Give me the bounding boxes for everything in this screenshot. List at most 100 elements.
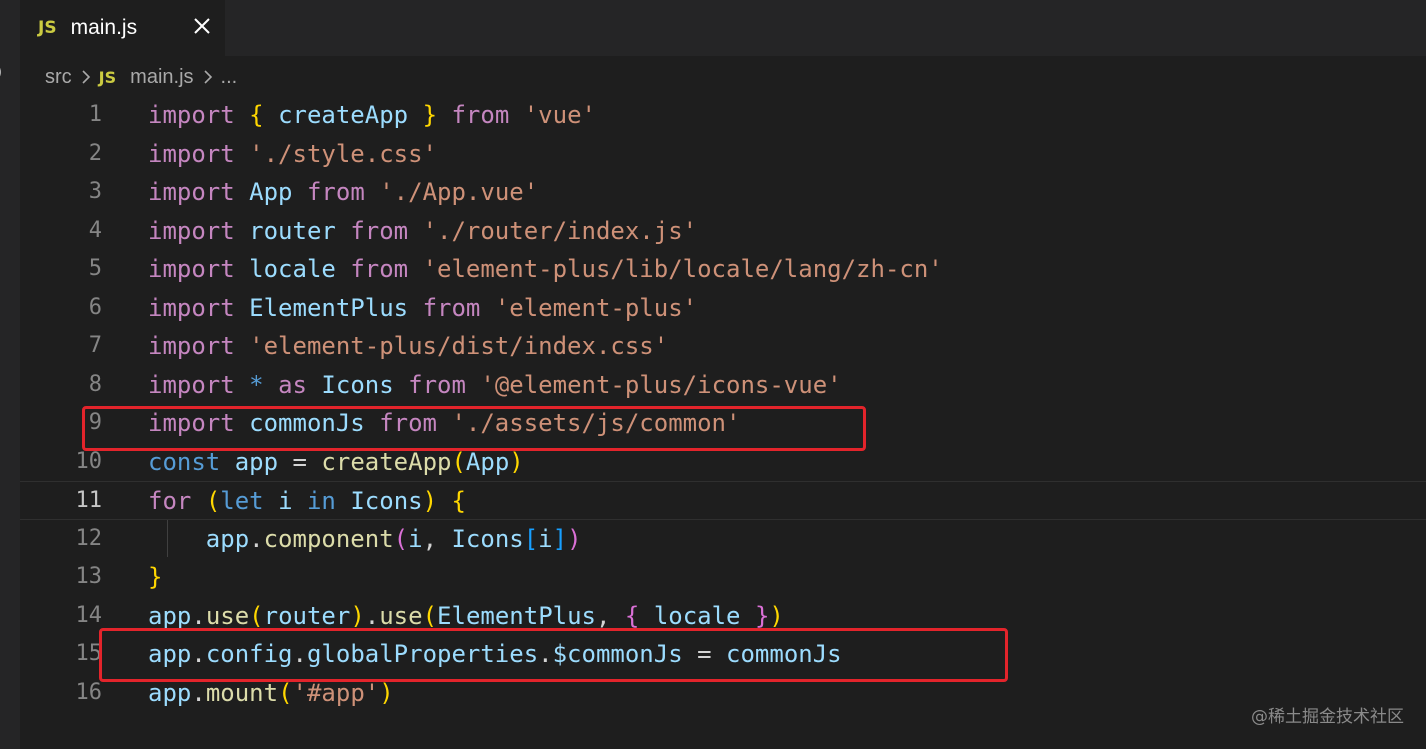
code-token: from xyxy=(451,101,510,129)
code-token: app xyxy=(148,678,192,707)
code-token: app xyxy=(148,601,192,630)
code-token: use xyxy=(205,601,250,630)
chevron-right-icon xyxy=(82,70,90,84)
code-token: './App.vue' xyxy=(379,178,539,206)
javascript-file-icon: JS xyxy=(38,18,57,38)
code-token: { xyxy=(624,601,640,630)
code-line[interactable]: 12 app.component(i, Icons[i]) xyxy=(20,520,1426,559)
code-line[interactable]: 13} xyxy=(20,558,1426,597)
breadcrumb-folder[interactable]: src xyxy=(45,66,72,89)
code-token: Icons xyxy=(350,487,423,515)
code-line[interactable]: 7 import 'element-plus/dist/index.css' xyxy=(20,327,1426,366)
code-token: 'element-plus/dist/index.css' xyxy=(249,332,669,360)
line-code: import './style.css' xyxy=(148,135,437,174)
line-number: 12 xyxy=(75,525,103,551)
code-token: 'element-plus' xyxy=(494,293,698,322)
code-token: ) xyxy=(769,601,784,630)
code-token: i xyxy=(408,524,423,553)
code-token: ) xyxy=(567,524,582,553)
line-number: 15 xyxy=(75,641,103,666)
breadcrumb: src JS main.js ... xyxy=(45,62,237,92)
code-token: ( xyxy=(278,678,293,707)
line-number: 13 xyxy=(75,564,103,589)
code-token: App xyxy=(249,178,293,206)
code-token: from xyxy=(422,293,481,322)
code-line[interactable]: 11 for (let i in Icons) { xyxy=(20,481,1426,520)
line-number: 11 xyxy=(75,488,103,513)
code-token: * xyxy=(249,370,264,399)
tab-main-js[interactable]: JS main.js xyxy=(20,0,225,56)
code-line[interactable]: 8 import * as Icons from '@element-plus/i… xyxy=(20,366,1426,405)
code-token: ( xyxy=(393,524,409,553)
code-token: 'vue' xyxy=(523,101,596,129)
code-token: './router/index.js' xyxy=(422,216,698,245)
code-token: from xyxy=(408,370,466,399)
code-token: , xyxy=(422,524,452,553)
code-token: } xyxy=(754,601,770,630)
breadcrumb-file[interactable]: main.js xyxy=(130,66,193,89)
code-line[interactable]: 5 import locale from 'element-plus/lib/lo… xyxy=(20,250,1426,289)
code-line[interactable]: 2 import './style.css' xyxy=(20,135,1426,174)
code-token: ElementPlus xyxy=(437,601,596,630)
code-token: router xyxy=(263,601,351,630)
code-token: from xyxy=(350,255,409,283)
javascript-file-icon: JS xyxy=(98,67,117,87)
code-line[interactable]: 6 import ElementPlus from 'element-plus' xyxy=(20,289,1426,328)
breadcrumb-more[interactable]: ... xyxy=(221,66,238,89)
code-token: component xyxy=(263,524,394,553)
code-token: as xyxy=(278,370,307,399)
code-token: 'element-plus/lib/locale/lang/zh-cn' xyxy=(422,255,943,283)
code-token: ( xyxy=(205,487,221,515)
code-token: } xyxy=(422,101,438,129)
code-line[interactable]: 4 import router from './router/index.js' xyxy=(20,212,1426,251)
code-token: ) xyxy=(509,447,524,476)
code-token: import xyxy=(148,216,235,245)
code-token: router xyxy=(249,216,336,245)
code-token: . xyxy=(249,524,264,553)
line-number: 6 xyxy=(88,294,102,320)
line-code: import App from './App.vue' xyxy=(148,173,538,212)
code-token: mount xyxy=(205,678,279,707)
tab-label: main.js xyxy=(70,16,138,39)
code-token: ( xyxy=(422,601,438,630)
code-token: import xyxy=(148,370,235,399)
code-token: ) xyxy=(350,601,365,630)
line-number: 1 xyxy=(88,102,102,127)
line-code: } xyxy=(148,558,162,597)
code-line[interactable]: 1 import { createApp } from 'vue' xyxy=(20,96,1426,135)
code-token: in xyxy=(306,487,336,515)
code-line[interactable]: 3 import App from './App.vue' xyxy=(20,173,1426,212)
code-token: for xyxy=(148,487,192,515)
watermark: @稀土掘金技术社区 xyxy=(1251,707,1404,727)
code-token: app xyxy=(205,524,250,553)
code-token: import xyxy=(148,255,235,283)
code-token: './style.css' xyxy=(249,139,437,168)
code-token: . xyxy=(191,601,206,630)
code-token: . xyxy=(364,601,380,630)
close-icon[interactable] xyxy=(190,14,214,38)
line-number: 2 xyxy=(88,140,102,166)
code-token: i xyxy=(538,524,553,553)
line-number: 8 xyxy=(88,371,102,397)
line-number: 3 xyxy=(88,179,102,204)
